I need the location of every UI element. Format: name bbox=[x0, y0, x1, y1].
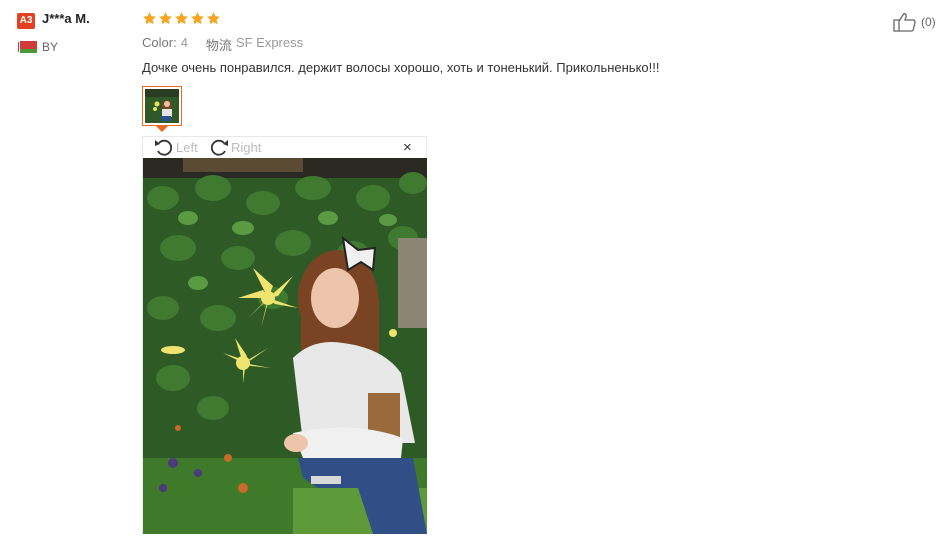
reviewer-name: J***a M. bbox=[42, 11, 90, 26]
reviewer-country: BY bbox=[42, 40, 59, 54]
helpful-count: (0) bbox=[921, 15, 936, 29]
star-icon bbox=[143, 11, 156, 25]
buyer-level-badge: A3 bbox=[17, 13, 35, 29]
review-photo bbox=[143, 158, 427, 534]
rotate-left-icon bbox=[155, 139, 173, 156]
shipping-value: SF Express bbox=[235, 35, 304, 50]
order-info: Color: 4 物流 SF Express bbox=[142, 35, 303, 54]
rotate-right-button[interactable]: Right bbox=[208, 137, 261, 157]
star-icon bbox=[207, 11, 220, 25]
color-label: Color: bbox=[142, 35, 177, 50]
rotate-right-label: Right bbox=[231, 139, 262, 155]
helpful-button[interactable]: (0) bbox=[893, 12, 936, 32]
rotate-left-label: Left bbox=[176, 139, 198, 155]
thumbnail-image bbox=[145, 89, 179, 123]
thumbs-up-icon bbox=[893, 13, 916, 32]
star-icon bbox=[175, 11, 188, 25]
close-viewer-button[interactable]: × bbox=[403, 140, 412, 156]
shipping-label: 物流 bbox=[205, 38, 232, 53]
rotate-left-button[interactable]: Left bbox=[153, 137, 198, 157]
star-icon bbox=[159, 11, 172, 25]
star-icon bbox=[191, 11, 204, 25]
star-rating bbox=[142, 11, 221, 26]
color-value: 4 bbox=[180, 35, 188, 50]
country-flag-icon bbox=[17, 41, 37, 53]
thumbnail-pointer bbox=[156, 126, 168, 132]
rotate-right-icon bbox=[210, 139, 228, 156]
review-text: Дочке очень понравился. держит волосы хо… bbox=[142, 60, 660, 75]
review-image-thumbnail[interactable] bbox=[142, 86, 182, 126]
